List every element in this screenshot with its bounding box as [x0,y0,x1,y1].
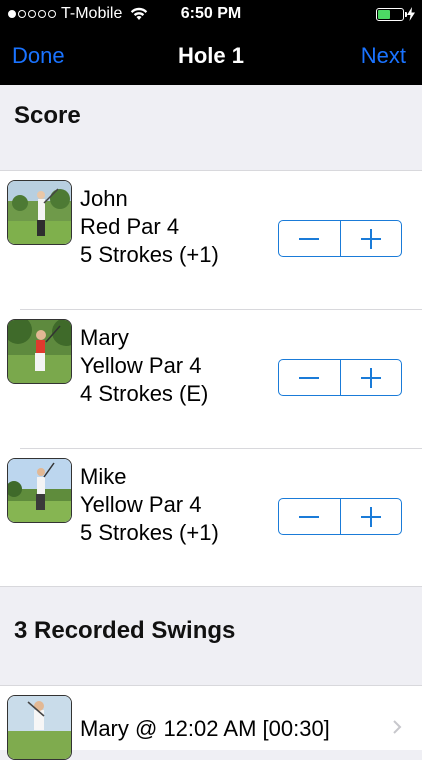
minus-icon [299,237,320,240]
navigation-bar: Done Hole 1 Next [0,30,422,85]
decrement-button[interactable] [279,221,340,256]
increment-button[interactable] [339,221,402,256]
stroke-stepper [278,359,402,396]
stroke-stepper [278,220,402,257]
player-avatar [7,319,72,384]
battery-icon [376,8,407,21]
player-row-john: John Red Par 4 5 Strokes (+1) [0,171,422,310]
player-tee: Yellow Par 4 [80,492,202,517]
player-row-mary: Mary Yellow Par 4 4 Strokes (E) [0,310,422,449]
player-tee: Red Par 4 [80,214,180,239]
player-info: John Red Par 4 5 Strokes (+1) [80,185,219,269]
status-bar: T-Mobile 6:50 PM [0,0,422,30]
plus-icon [360,367,381,388]
next-button[interactable]: Next [361,43,406,69]
swings-section-title: 3 Recorded Swings [14,617,236,644]
player-avatar [7,180,72,245]
increment-button[interactable] [339,360,402,395]
charging-bolt-icon [407,7,415,21]
player-name: Mike [80,464,127,489]
decrement-button[interactable] [279,360,340,395]
status-time: 6:50 PM [180,5,242,22]
swing-label: Mary @ 12:02 AM [00:30] [80,716,330,741]
nav-title: Hole 1 [177,43,245,68]
player-strokes: 4 Strokes (E) [80,381,209,406]
swing-thumbnail [7,695,72,760]
minus-icon [299,376,320,379]
decrement-button[interactable] [279,499,340,534]
player-info: Mike Yellow Par 4 5 Strokes (+1) [80,463,219,547]
swing-list-item[interactable]: Mary @ 12:02 AM [00:30] [0,685,422,760]
score-section-header: Score [0,85,422,170]
score-section-title: Score [14,102,81,129]
swings-section-header: 3 Recorded Swings [0,587,422,685]
increment-button[interactable] [339,499,402,534]
player-name: Mary [80,325,129,350]
players-list: John Red Par 4 5 Strokes (+1) Mary Yello… [0,170,422,587]
player-info: Mary Yellow Par 4 4 Strokes (E) [80,324,208,408]
chevron-right-icon [393,720,402,734]
plus-icon [360,228,381,249]
player-tee: Yellow Par 4 [80,353,202,378]
player-strokes: 5 Strokes (+1) [80,242,219,267]
stroke-stepper [278,498,402,535]
player-avatar [7,458,72,523]
plus-icon [360,506,381,527]
player-strokes: 5 Strokes (+1) [80,520,219,545]
minus-icon [299,515,320,518]
player-row-mike: Mike Yellow Par 4 5 Strokes (+1) [0,449,422,588]
player-name: John [80,186,128,211]
